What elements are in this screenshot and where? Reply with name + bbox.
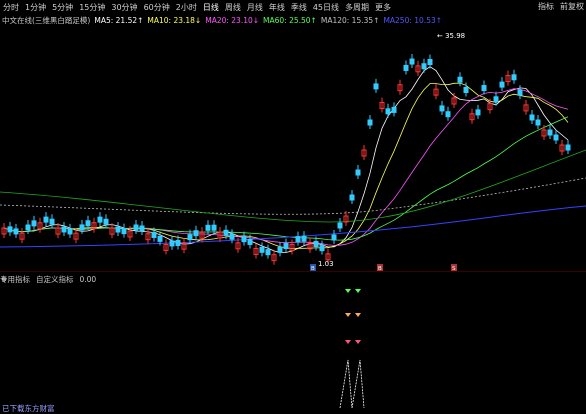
- candle-body: [7, 226, 13, 233]
- candle-body: [463, 86, 469, 93]
- candle-body: [439, 105, 445, 112]
- candle-body: [385, 108, 391, 115]
- candle-body: [151, 231, 157, 238]
- candle-body: [337, 222, 343, 229]
- candle-body: [139, 225, 145, 232]
- signal-spike: [351, 359, 365, 409]
- candle-body: [565, 144, 571, 151]
- candle-body: [187, 234, 193, 241]
- candle-body: [457, 76, 463, 83]
- candle-body: [133, 224, 139, 231]
- candle-body: [229, 233, 235, 240]
- candle-body: [409, 58, 415, 65]
- candle-body: [265, 249, 271, 256]
- candle-body: [283, 243, 289, 250]
- candle-body: [391, 106, 397, 113]
- candle-body: [493, 96, 499, 103]
- candle-body: [511, 74, 517, 81]
- candle-body: [175, 239, 181, 246]
- candle-body: [31, 220, 37, 227]
- candle-body: [553, 134, 559, 141]
- candle-body: [241, 236, 247, 243]
- candle-body: [301, 235, 307, 242]
- candle-body: [193, 230, 199, 237]
- candle-body: [13, 228, 19, 235]
- signal-diamond: [355, 340, 361, 344]
- candle-body: [481, 85, 487, 92]
- signal-diamond: [355, 289, 361, 293]
- candle-body: [103, 218, 109, 225]
- indicator-name[interactable]: 专用指标: [0, 274, 30, 285]
- candle-body: [529, 114, 535, 121]
- candle-body: [403, 64, 409, 71]
- candle-body: [259, 246, 265, 253]
- high-price-label: ← 35.98: [437, 32, 465, 40]
- signal-spike: [339, 359, 353, 409]
- candle-body: [25, 224, 31, 231]
- candle-body: [49, 218, 55, 225]
- candle-body: [319, 245, 325, 252]
- candle-body: [427, 59, 433, 66]
- candle-body: [445, 111, 451, 118]
- candle-body: [535, 119, 541, 126]
- candle-body: [517, 89, 523, 96]
- candle-body: [223, 229, 229, 236]
- candle-body: [355, 169, 361, 176]
- candle-body: [85, 220, 91, 227]
- candle-body: [373, 83, 379, 90]
- status-text: 已下载东方财富: [2, 404, 55, 413]
- indicator-custom[interactable]: 自定义指标: [36, 274, 74, 285]
- candle-body: [367, 119, 373, 126]
- candle-body: [547, 129, 553, 136]
- candle-body: [313, 241, 319, 248]
- kline-chart[interactable]: ← 35.981.03B B S: [0, 0, 586, 414]
- panel-separator: [0, 271, 586, 272]
- low-price-label: 1.03: [318, 260, 334, 268]
- candle-body: [121, 228, 127, 235]
- candle-body: [169, 240, 175, 247]
- candle-body: [61, 226, 67, 233]
- candle-body: [115, 226, 121, 233]
- candle-body: [475, 109, 481, 116]
- candle-body: [205, 224, 211, 231]
- candle-body: [499, 81, 505, 88]
- candle-body: [331, 234, 337, 241]
- candle-body: [157, 235, 163, 242]
- candle-body: [277, 246, 283, 253]
- candle-body: [67, 228, 73, 235]
- candle-body: [211, 224, 217, 231]
- signal-diamond: [345, 289, 351, 293]
- indicator-value: 0.00: [79, 274, 97, 284]
- candle-body: [349, 194, 355, 201]
- candle-body: [421, 63, 427, 70]
- candle-body: [247, 238, 253, 245]
- signal-diamond: [355, 313, 361, 317]
- signal-diamond: [345, 340, 351, 344]
- signal-diamond: [345, 313, 351, 317]
- candle-body: [43, 216, 49, 223]
- candle-body: [97, 216, 103, 223]
- candle-body: [79, 224, 85, 231]
- indicator-legend: 专用指标 自定义指标 0.00: [0, 273, 96, 285]
- candle-body: [295, 236, 301, 243]
- ma60-long-line: [0, 149, 586, 223]
